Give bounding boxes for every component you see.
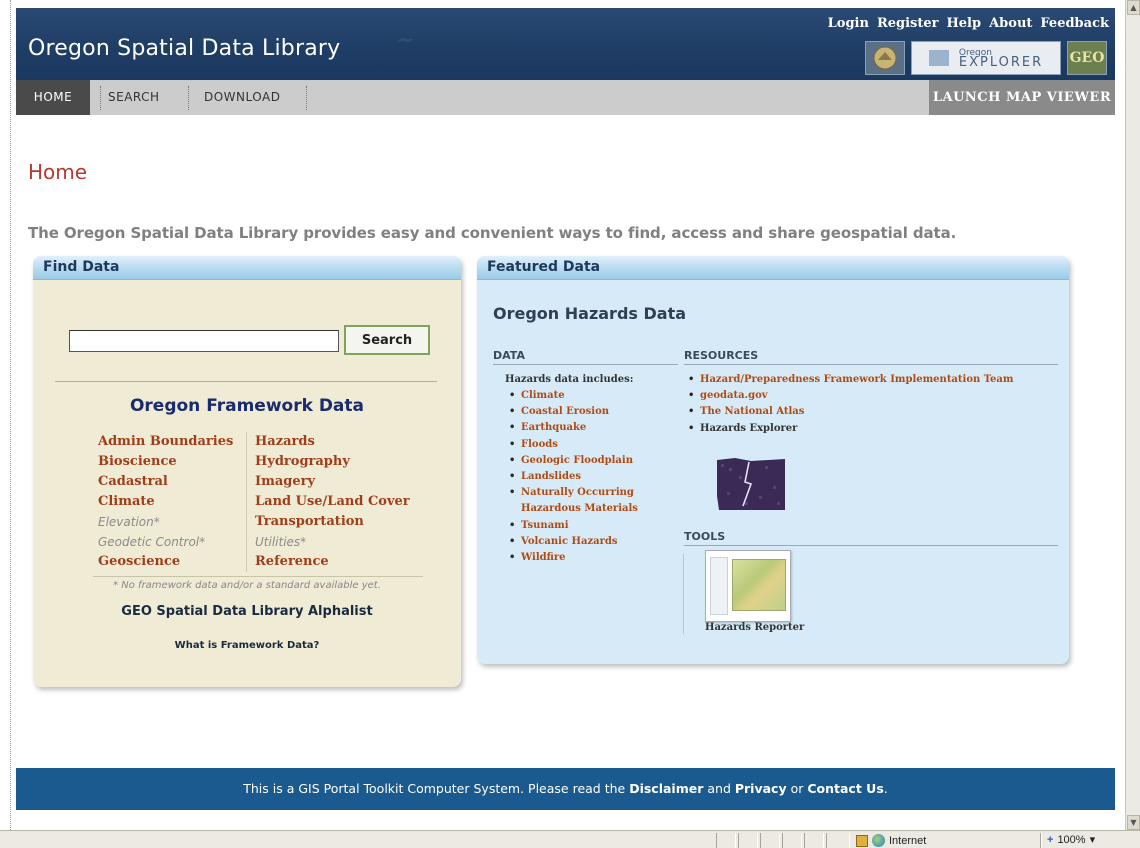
framework-link[interactable]: Transportation — [255, 512, 446, 532]
search-button[interactable]: Search — [344, 325, 430, 355]
hazard-data-link[interactable]: Earthquake — [507, 420, 679, 436]
find-data-panel: Find Data Search Oregon Framework Data A… — [33, 256, 461, 687]
resource-link[interactable]: Hazard/Preparedness Framework Implementa… — [686, 372, 1056, 388]
top-links: Login Register Help About Feedback — [828, 16, 1109, 31]
framework-link[interactable]: Reference — [255, 552, 446, 572]
seal-icon — [873, 46, 897, 70]
nav-download-tab[interactable]: DOWNLOAD — [204, 80, 280, 115]
scroll-down-icon[interactable]: ▼ — [1127, 815, 1140, 830]
header-map-decoration: ~ — [395, 27, 416, 54]
protected-mode-icon — [856, 834, 868, 847]
data-section-heading: DATA — [493, 349, 678, 365]
framework-link[interactable]: Admin Boundaries — [98, 432, 238, 452]
hazard-data-link[interactable]: Climate — [507, 388, 679, 404]
disclaimer-link[interactable]: Disclaimer — [629, 781, 703, 796]
nav-separator — [188, 86, 189, 110]
scroll-up-icon[interactable]: ▲ — [1127, 0, 1140, 15]
privacy-link[interactable]: Privacy — [735, 781, 787, 796]
about-link[interactable]: About — [989, 16, 1032, 31]
alphalist-link[interactable]: GEO Spatial Data Library Alphalist — [33, 604, 461, 619]
nav-home-tab[interactable]: HOME — [16, 80, 90, 115]
resource-link[interactable]: The National Atlas — [686, 404, 1056, 420]
hazard-data-link[interactable]: Tsunami — [507, 518, 679, 534]
framework-link: Utilities* — [255, 535, 307, 549]
chevron-down-icon: ▾ — [1089, 834, 1096, 846]
hazards-explorer-map-icon[interactable] — [715, 456, 787, 512]
nav-separator — [306, 86, 307, 110]
resource-link[interactable]: geodata.gov — [686, 388, 1056, 404]
hazard-data-link[interactable]: Landslides — [507, 469, 679, 485]
footer-text: This is a GIS Portal Toolkit Computer Sy… — [243, 781, 630, 796]
internet-globe-icon — [872, 834, 885, 847]
zoom-level: 100% — [1057, 833, 1086, 846]
geo-logo[interactable]: GEO — [1067, 41, 1107, 75]
page-title: Home — [28, 160, 88, 184]
intro-text: The Oregon Spatial Data Library provides… — [28, 224, 957, 242]
page-viewport: ~ Oregon Spatial Data Library Login Regi… — [0, 0, 1125, 830]
help-link[interactable]: Help — [947, 16, 982, 31]
framework-link[interactable]: Hydrography — [255, 452, 446, 472]
framework-link[interactable]: Climate — [98, 492, 238, 512]
nav-separator — [100, 86, 101, 110]
zoom-control[interactable]: + 100% ▾ — [1047, 833, 1096, 847]
partner-logos: Oregon EXPLORER GEO — [865, 41, 1107, 75]
framework-link[interactable]: Hazards — [255, 432, 446, 452]
data-intro: Hazards data includes: — [505, 374, 634, 385]
framework-column-left: Admin Boundaries Bioscience Cadastral Clima… — [98, 432, 238, 572]
framework-link: Elevation* — [98, 515, 160, 529]
site-footer: This is a GIS Portal Toolkit Computer Sy… — [16, 768, 1115, 810]
hazard-data-link[interactable]: Wildfire — [507, 550, 679, 566]
what-is-framework-link[interactable]: What is Framework Data? — [33, 640, 461, 651]
feedback-link[interactable]: Feedback — [1040, 16, 1109, 31]
framework-link[interactable]: Geoscience — [98, 552, 238, 572]
launch-map-viewer-button[interactable]: LAUNCH MAP VIEWER — [929, 80, 1115, 115]
security-zone[interactable]: Internet — [856, 833, 926, 848]
hazard-data-link[interactable]: Floods — [507, 437, 679, 453]
framework-link: Geodetic Control* — [98, 535, 206, 549]
main-nav: HOME SEARCH DOWNLOAD LAUNCH MAP VIEWER — [16, 80, 1115, 115]
nav-search-tab[interactable]: SEARCH — [108, 80, 160, 115]
state-seal-logo[interactable] — [865, 41, 905, 75]
register-link[interactable]: Register — [877, 16, 939, 31]
hazards-reporter-link[interactable]: Hazards Reporter — [705, 622, 804, 633]
site-title[interactable]: Oregon Spatial Data Library — [28, 36, 340, 61]
featured-title: Oregon Hazards Data — [493, 304, 687, 323]
oregon-map-icon — [928, 50, 949, 66]
hazard-data-link[interactable]: Volcanic Hazards — [507, 534, 679, 550]
tools-section-heading: TOOLS — [684, 530, 1058, 546]
hazard-data-link[interactable]: Coastal Erosion — [507, 404, 679, 420]
framework-link[interactable]: Land Use/Land Cover — [255, 492, 446, 512]
framework-link[interactable]: Bioscience — [98, 452, 238, 472]
find-data-heading: Find Data — [33, 256, 461, 280]
vertical-scrollbar[interactable]: ▲ ▼ — [1125, 0, 1140, 830]
site-header: ~ Oregon Spatial Data Library Login Regi… — [16, 8, 1115, 80]
featured-data-heading: Featured Data — [477, 256, 1069, 280]
hazard-data-link[interactable]: Naturally Occurring Hazardous Materials — [507, 485, 679, 517]
framework-column-right: Hazards Hydrography Imagery Land Use/Land C… — [246, 432, 446, 572]
resources-section-heading: RESOURCES — [684, 349, 1058, 365]
framework-heading: Oregon Framework Data — [129, 396, 365, 416]
login-link[interactable]: Login — [828, 16, 869, 31]
framework-link[interactable]: Imagery — [255, 472, 446, 492]
search-input[interactable] — [69, 330, 339, 352]
resources-list: Hazard/Preparedness Framework Implementa… — [686, 372, 1056, 437]
divider — [55, 381, 437, 382]
hazard-data-link[interactable]: Geologic Floodplain — [507, 453, 679, 469]
divider — [93, 576, 423, 577]
divider — [683, 554, 684, 634]
framework-note: * No framework data and/or a standard av… — [113, 580, 381, 591]
contact-us-link[interactable]: Contact Us — [807, 781, 883, 796]
framework-link[interactable]: Cadastral — [98, 472, 238, 492]
oregon-explorer-logo[interactable]: Oregon EXPLORER — [911, 41, 1061, 75]
explorer-bottom-text: EXPLORER — [958, 55, 1044, 70]
browser-status-bar: Internet + 100% ▾ — [0, 830, 1140, 848]
featured-data-panel: Featured Data Oregon Hazards Data DATA R… — [477, 256, 1069, 664]
zone-label: Internet — [889, 834, 927, 847]
resource-link[interactable]: Hazards Explorer — [686, 421, 1056, 437]
hazards-reporter-thumbnail[interactable] — [705, 550, 791, 622]
zoom-icon: + — [1047, 833, 1054, 846]
hazards-data-list: ClimateCoastal ErosionEarthquakeFloodsGe… — [507, 388, 679, 566]
